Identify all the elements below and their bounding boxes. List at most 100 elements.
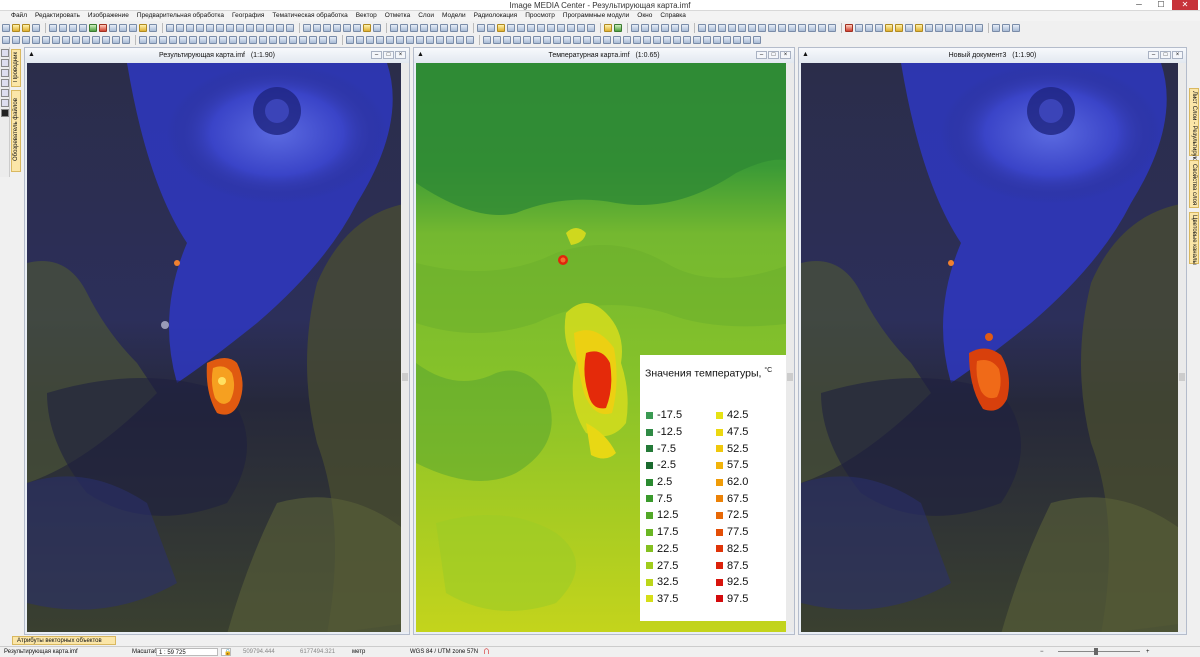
- toolbar-tool-icon[interactable]: [159, 36, 167, 44]
- toolbar-tool-icon[interactable]: [303, 24, 311, 32]
- toolbar-tool-icon[interactable]: [683, 36, 691, 44]
- toolbar-tool-icon[interactable]: [865, 24, 873, 32]
- menu-item-12[interactable]: Программные модули: [559, 11, 633, 21]
- toolbar-tool-icon[interactable]: [905, 24, 913, 32]
- toolbar-tool-icon[interactable]: [196, 24, 204, 32]
- toolbar-tool-icon[interactable]: [22, 24, 30, 32]
- zoom-slider-handle[interactable]: [1094, 648, 1098, 655]
- toolbar-tool-icon[interactable]: [333, 24, 341, 32]
- scrollbar-grip[interactable]: [1179, 373, 1185, 381]
- toolbar-tool-icon[interactable]: [547, 24, 555, 32]
- toolbar-tool-icon[interactable]: [69, 24, 77, 32]
- menu-item-7[interactable]: Отметка: [381, 11, 414, 21]
- color-channels-tab[interactable]: Цветовые каналы: [1189, 212, 1199, 265]
- toolbar-tool-icon[interactable]: [671, 24, 679, 32]
- toolbar-tool-icon[interactable]: [723, 36, 731, 44]
- toolbar-tool-icon[interactable]: [808, 24, 816, 32]
- toolbar-tool-icon[interactable]: [176, 24, 184, 32]
- toolbar-tool-icon[interactable]: [768, 24, 776, 32]
- toolbar-tool-icon[interactable]: [356, 36, 364, 44]
- maximize-button[interactable]: ☐: [1150, 0, 1172, 10]
- toolbar-tool-icon[interactable]: [92, 36, 100, 44]
- window-close-button[interactable]: ×: [1172, 51, 1183, 59]
- toolbar-tool-icon[interactable]: [169, 36, 177, 44]
- toolbar-tool-icon[interactable]: [79, 24, 87, 32]
- toolbar-tool-icon[interactable]: [12, 24, 20, 32]
- toolbar-tool-icon[interactable]: [523, 36, 531, 44]
- menu-item-5[interactable]: Тематическая обработка: [268, 11, 351, 21]
- toolbar-tool-icon[interactable]: [693, 36, 701, 44]
- toolbar-tool-icon[interactable]: [855, 24, 863, 32]
- temperature-image[interactable]: Значения температуры, °C -17.5 -12.5 -7.5-…: [416, 63, 792, 632]
- toolbar-tool-icon[interactable]: [778, 24, 786, 32]
- window-restore-button[interactable]: □: [768, 51, 779, 59]
- toolbar-tool-icon[interactable]: [420, 24, 428, 32]
- pen-tool-icon[interactable]: [1, 99, 9, 107]
- toolbar-tool-icon[interactable]: [915, 24, 923, 32]
- toolbar-tool-icon[interactable]: [446, 36, 454, 44]
- zoom-out-icon[interactable]: −: [1040, 648, 1044, 656]
- vertical-scrollbar[interactable]: [1178, 63, 1186, 632]
- toolbar-tool-icon[interactable]: [543, 36, 551, 44]
- toolbar-tool-icon[interactable]: [186, 24, 194, 32]
- toolbar-tool-icon[interactable]: [663, 36, 671, 44]
- toolbar-tool-icon[interactable]: [631, 24, 639, 32]
- toolbar-tool-icon[interactable]: [430, 24, 438, 32]
- toolbar-tool-icon[interactable]: [738, 24, 746, 32]
- toolbar-tool-icon[interactable]: [925, 24, 933, 32]
- toolbar-tool-icon[interactable]: [32, 24, 40, 32]
- toolbar-tool-icon[interactable]: [661, 24, 669, 32]
- toolbar-tool-icon[interactable]: [460, 24, 468, 32]
- toolbar-tool-icon[interactable]: [718, 24, 726, 32]
- toolbar-tool-icon[interactable]: [149, 36, 157, 44]
- toolbar-tool-icon[interactable]: [376, 36, 384, 44]
- toolbar-tool-icon[interactable]: [845, 24, 853, 32]
- toolbar-tool-icon[interactable]: [436, 36, 444, 44]
- toolbar-tool-icon[interactable]: [366, 36, 374, 44]
- toolbar-tool-icon[interactable]: [216, 24, 224, 32]
- toolbar-tool-icon[interactable]: [965, 24, 973, 32]
- toolbar-tool-icon[interactable]: [386, 36, 394, 44]
- toolbar-tool-icon[interactable]: [603, 36, 611, 44]
- toolbar-tool-icon[interactable]: [390, 24, 398, 32]
- close-button[interactable]: ✕: [1172, 0, 1198, 10]
- scrollbar-grip[interactable]: [787, 373, 793, 381]
- toolbar-tool-icon[interactable]: [109, 24, 117, 32]
- toolbar-tool-icon[interactable]: [583, 36, 591, 44]
- toolbar-tool-icon[interactable]: [613, 36, 621, 44]
- window-minimize-button[interactable]: –: [371, 51, 382, 59]
- toolbar-tool-icon[interactable]: [323, 24, 331, 32]
- foreground-color-icon[interactable]: [1, 109, 9, 117]
- toolbar-tool-icon[interactable]: [166, 24, 174, 32]
- window-minimize-button[interactable]: –: [1148, 51, 1159, 59]
- magnet-icon[interactable]: ⋂: [484, 648, 489, 656]
- toolbar-tool-icon[interactable]: [456, 36, 464, 44]
- toolbar-tool-icon[interactable]: [396, 36, 404, 44]
- toolbar-tool-icon[interactable]: [32, 36, 40, 44]
- toolbar-tool-icon[interactable]: [533, 36, 541, 44]
- satellite-image-new[interactable]: [801, 63, 1184, 632]
- toolbar-tool-icon[interactable]: [426, 36, 434, 44]
- zoom-slider[interactable]: [1058, 651, 1140, 652]
- toolbar-tool-icon[interactable]: [139, 24, 147, 32]
- toolbar-tool-icon[interactable]: [112, 36, 120, 44]
- toolbar-tool-icon[interactable]: [466, 36, 474, 44]
- toolbar-tool-icon[interactable]: [641, 24, 649, 32]
- window-titlebar[interactable]: ▲ Результирующая карта.imf (1:1.90) – □ ×: [25, 48, 409, 63]
- toolbar-tool-icon[interactable]: [239, 36, 247, 44]
- toolbar-tool-icon[interactable]: [623, 36, 631, 44]
- text-tool-icon[interactable]: [1, 79, 9, 87]
- toolbar-tool-icon[interactable]: [119, 24, 127, 32]
- toolbar-tool-icon[interactable]: [289, 36, 297, 44]
- temperature-map-window[interactable]: ▲ Температурная карта.imf (1:0.65) –□×: [413, 47, 795, 635]
- toolbar-tool-icon[interactable]: [577, 24, 585, 32]
- toolbar-tool-icon[interactable]: [497, 24, 505, 32]
- toolbar-tool-icon[interactable]: [698, 24, 706, 32]
- toolbar-tool-icon[interactable]: [206, 24, 214, 32]
- toolbar-tool-icon[interactable]: [309, 36, 317, 44]
- toolbar-tool-icon[interactable]: [410, 24, 418, 32]
- toolbar-tool-icon[interactable]: [249, 36, 257, 44]
- toolbar-tool-icon[interactable]: [633, 36, 641, 44]
- toolbar-tool-icon[interactable]: [59, 24, 67, 32]
- toolbar-tool-icon[interactable]: [1002, 24, 1010, 32]
